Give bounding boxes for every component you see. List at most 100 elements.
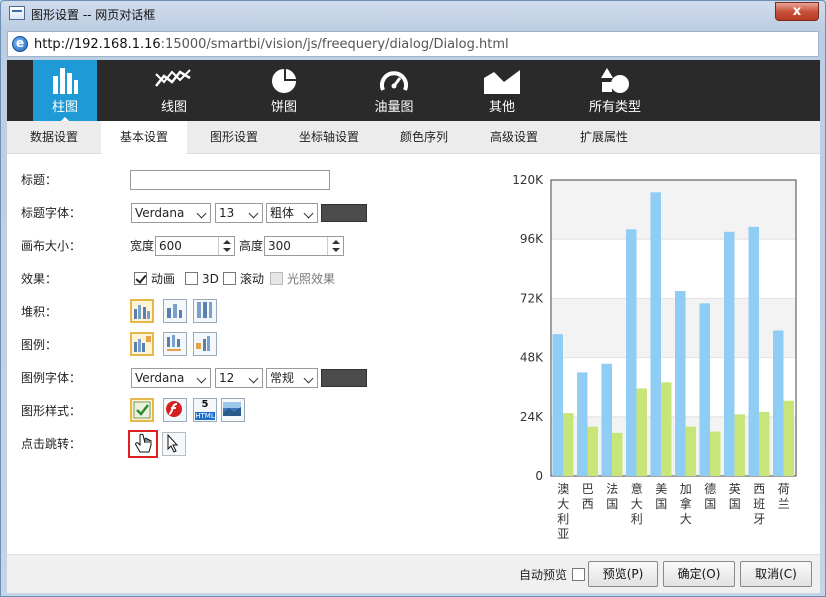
dialog-content: 柱图 线图 饼图 油量图 其他 所有类型 数据设置 基本设置 图形设置 坐标轴设… bbox=[7, 60, 820, 593]
address-bar: http://192.168.1.16:15000/smartbi/vision… bbox=[7, 31, 819, 57]
bar bbox=[773, 330, 784, 476]
y-tick-label: 0 bbox=[535, 469, 543, 483]
scroll-checkbox[interactable] bbox=[223, 272, 236, 285]
html5-icon-number: 5 bbox=[201, 399, 209, 410]
height-spinner[interactable]: 300 bbox=[264, 236, 344, 256]
shapes-icon bbox=[601, 68, 629, 93]
basic-settings-form: 标题： 标题字体： Verdana 13 粗体 画布大小： 宽度 600 高度 … bbox=[7, 154, 497, 554]
x-tick-label: 意 bbox=[631, 481, 643, 496]
nav-item-line[interactable]: 线图 bbox=[139, 60, 209, 121]
grid-band bbox=[551, 298, 796, 358]
click-arrow-button[interactable] bbox=[162, 432, 186, 456]
bar bbox=[587, 426, 598, 476]
legend-label: 图例： bbox=[21, 338, 58, 352]
tab-basic-settings[interactable]: 基本设置 bbox=[101, 121, 187, 155]
title-weight-select[interactable]: 粗体 bbox=[266, 203, 318, 223]
title-color-picker[interactable] bbox=[321, 204, 367, 222]
style-flash-button[interactable] bbox=[163, 398, 187, 422]
y-tick-label: 120K bbox=[512, 173, 544, 187]
bar bbox=[636, 388, 647, 476]
legend-bottom-icon bbox=[167, 335, 181, 351]
tab-graphic-settings[interactable]: 图形设置 bbox=[191, 121, 277, 154]
y-tick-label: 24K bbox=[520, 410, 544, 424]
x-tick-label: 拿 bbox=[680, 496, 692, 511]
x-tick-label: 国 bbox=[655, 497, 667, 511]
nav-item-all-types[interactable]: 所有类型 bbox=[581, 60, 649, 121]
bar bbox=[759, 411, 770, 476]
chart-preview: 0 24K 48K 72K 96K 120K 澳大利亚巴西法国意大利美国加拿大德国英国西班牙… bbox=[491, 168, 801, 548]
cancel-button[interactable]: 取消(C) bbox=[740, 561, 812, 587]
legend-none-button[interactable] bbox=[193, 332, 217, 356]
legend-right-icon bbox=[134, 336, 151, 352]
title-input[interactable] bbox=[130, 170, 330, 190]
title-font-select[interactable]: Verdana bbox=[131, 203, 211, 223]
legend-color-picker[interactable] bbox=[321, 369, 367, 387]
lighting-label: 光照效果 bbox=[287, 272, 336, 286]
stack-none-button[interactable] bbox=[130, 299, 154, 323]
style-image-button[interactable] bbox=[221, 398, 245, 422]
nav-label: 所有类型 bbox=[588, 100, 641, 115]
tab-advanced-settings[interactable]: 高级设置 bbox=[471, 121, 557, 154]
ie-icon bbox=[12, 36, 28, 52]
bar bbox=[783, 400, 794, 476]
legend-font-select[interactable]: Verdana bbox=[131, 368, 211, 388]
close-button[interactable]: x bbox=[775, 2, 819, 21]
title-size-select[interactable]: 13 bbox=[215, 203, 263, 223]
x-tick-label: 加 bbox=[680, 482, 692, 496]
tab-extended-properties[interactable]: 扩展属性 bbox=[561, 121, 647, 154]
y-tick-label: 72K bbox=[520, 291, 544, 305]
click-hand-button[interactable] bbox=[128, 430, 158, 458]
click-jump-label: 点击跳转： bbox=[21, 437, 82, 451]
auto-preview-label: 自动预览 bbox=[519, 568, 568, 582]
legend-size-select[interactable]: 12 bbox=[215, 368, 263, 388]
width-label: 宽度 bbox=[130, 239, 155, 253]
nav-item-bar[interactable]: 柱图 bbox=[33, 60, 97, 121]
stack-button[interactable] bbox=[163, 299, 187, 323]
nav-item-pie[interactable]: 饼图 bbox=[249, 60, 319, 121]
animation-checkbox[interactable] bbox=[134, 272, 147, 285]
title-label: 标题： bbox=[21, 173, 58, 187]
nav-item-gauge[interactable]: 油量图 bbox=[361, 60, 427, 121]
tab-axis-settings[interactable]: 坐标轴设置 bbox=[281, 121, 377, 154]
bar bbox=[552, 334, 563, 476]
nav-item-other[interactable]: 其他 bbox=[469, 60, 535, 121]
bar bbox=[626, 229, 637, 476]
style-default-button[interactable] bbox=[130, 398, 154, 422]
x-tick-label: 法 bbox=[606, 482, 618, 496]
percent-stacked-bar-icon bbox=[197, 302, 212, 318]
x-tick-label: 利 bbox=[557, 512, 569, 526]
style-html5-button[interactable]: 5 HTML bbox=[193, 398, 217, 422]
stack-percent-button[interactable] bbox=[193, 299, 217, 323]
tab-data-settings[interactable]: 数据设置 bbox=[11, 121, 97, 154]
spinner-arrows-icon[interactable] bbox=[218, 237, 234, 255]
x-tick-label: 西 bbox=[753, 482, 765, 496]
chart-type-nav: 柱图 线图 饼图 油量图 其他 所有类型 bbox=[7, 60, 820, 121]
nav-label: 其他 bbox=[488, 100, 515, 115]
bar bbox=[724, 231, 735, 476]
ok-button[interactable]: 确定(O) bbox=[663, 561, 735, 587]
bar bbox=[748, 226, 759, 476]
preview-button[interactable]: 预览(P) bbox=[588, 561, 658, 587]
x-tick-label: 德 bbox=[704, 481, 716, 496]
flash-icon bbox=[166, 401, 182, 417]
graphic-style-label: 图形样式： bbox=[21, 404, 82, 418]
legend-left-icon bbox=[196, 336, 210, 351]
3d-checkbox[interactable] bbox=[185, 272, 198, 285]
bar bbox=[577, 372, 588, 476]
arrow-cursor-icon bbox=[167, 433, 179, 453]
tab-color-series[interactable]: 颜色序列 bbox=[381, 121, 467, 154]
window-icon bbox=[9, 6, 25, 20]
x-tick-label: 国 bbox=[729, 497, 741, 511]
legend-bottom-button[interactable] bbox=[163, 332, 187, 356]
effect-label: 效果： bbox=[21, 272, 58, 286]
x-tick-label: 大 bbox=[680, 512, 692, 526]
bar bbox=[685, 426, 696, 476]
animation-label: 动画 bbox=[151, 272, 176, 286]
x-tick-label: 大 bbox=[557, 497, 569, 511]
spinner-arrows-icon[interactable] bbox=[327, 237, 343, 255]
bar bbox=[675, 291, 686, 476]
legend-right-button[interactable] bbox=[130, 332, 154, 356]
width-spinner[interactable]: 600 bbox=[155, 236, 235, 256]
legend-weight-select[interactable]: 常规 bbox=[266, 368, 318, 388]
auto-preview-checkbox[interactable] bbox=[572, 568, 585, 581]
